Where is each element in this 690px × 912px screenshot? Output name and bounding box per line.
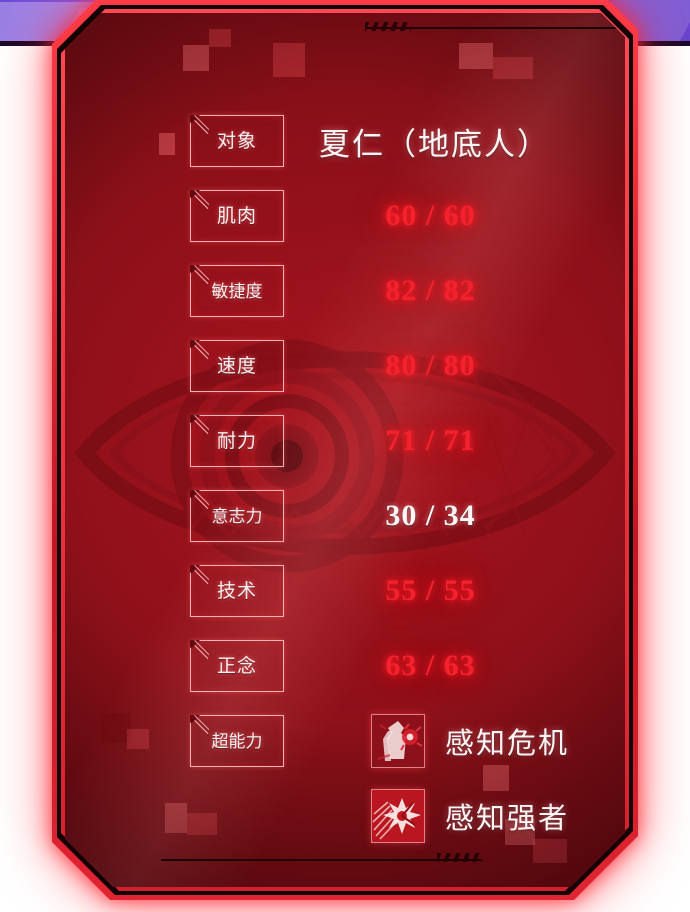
power-item[interactable]: 感知危机: [65, 710, 625, 772]
stat-panel: 对象 夏仁（地底人） 肌肉 60 / 60 敏捷度 82 / 82 速度 80 …: [52, 0, 638, 900]
corner-notch-icon: [190, 415, 209, 434]
label-box-subject: 对象: [190, 115, 284, 167]
label-text: 正念: [216, 655, 257, 677]
stat-value: 82 / 82: [385, 274, 476, 307]
row-stat[interactable]: 速度 80 / 80: [65, 340, 625, 392]
corner-notch-icon: [190, 265, 209, 284]
label-text: 对象: [216, 130, 257, 152]
stat-value: 71 / 71: [385, 424, 476, 457]
corner-notch-icon: [190, 490, 209, 509]
label-box-stat: 技术: [190, 565, 284, 617]
corner-notch-icon: [190, 340, 209, 359]
panel-body: 对象 夏仁（地底人） 肌肉 60 / 60 敏捷度 82 / 82 速度 80 …: [65, 13, 625, 887]
stat-value: 63 / 63: [385, 649, 476, 682]
corner-notch-icon: [190, 115, 209, 134]
label-box-stat: 肌肉: [190, 190, 284, 242]
row-stat[interactable]: 肌肉 60 / 60: [65, 190, 625, 242]
stat-value: 60 / 60: [385, 199, 476, 232]
label-text: 肌肉: [216, 205, 257, 227]
label-box-stat: 速度: [190, 340, 284, 392]
label-box-stat: 敏捷度: [190, 265, 284, 317]
label-text: 速度: [216, 355, 257, 377]
corner-notch-icon: [190, 565, 209, 584]
figure-sense-danger-icon[interactable]: [371, 714, 425, 768]
row-stat[interactable]: 敏捷度 82 / 82: [65, 265, 625, 317]
row-stat[interactable]: 正念 63 / 63: [65, 640, 625, 692]
row-stat[interactable]: 技术 55 / 55: [65, 565, 625, 617]
row-stat[interactable]: 耐力 71 / 71: [65, 415, 625, 467]
corner-notch-icon: [190, 640, 209, 659]
label-box-stat: 意志力: [190, 490, 284, 542]
stat-list: 对象 夏仁（地底人） 肌肉 60 / 60 敏捷度 82 / 82 速度 80 …: [65, 13, 625, 887]
stat-value: 30 / 34: [385, 499, 476, 532]
row-subject[interactable]: 对象 夏仁（地底人）: [65, 115, 625, 167]
power-name: 感知危机: [445, 728, 570, 760]
label-text: 意志力: [211, 506, 263, 526]
row-stat[interactable]: 意志力 30 / 34: [65, 490, 625, 542]
power-item[interactable]: 感知强者: [65, 785, 625, 847]
corner-notch-icon: [190, 190, 209, 209]
power-name: 感知强者: [445, 803, 570, 835]
burst-sense-strong-icon[interactable]: [371, 789, 425, 843]
stat-value: 55 / 55: [385, 574, 476, 607]
stat-value: 80 / 80: [385, 349, 476, 382]
label-box-stat: 耐力: [190, 415, 284, 467]
label-text: 敏捷度: [211, 281, 263, 301]
label-text: 耐力: [216, 430, 257, 452]
subject-name: 夏仁（地底人）: [319, 126, 550, 162]
label-text: 技术: [216, 580, 257, 602]
label-box-stat: 正念: [190, 640, 284, 692]
